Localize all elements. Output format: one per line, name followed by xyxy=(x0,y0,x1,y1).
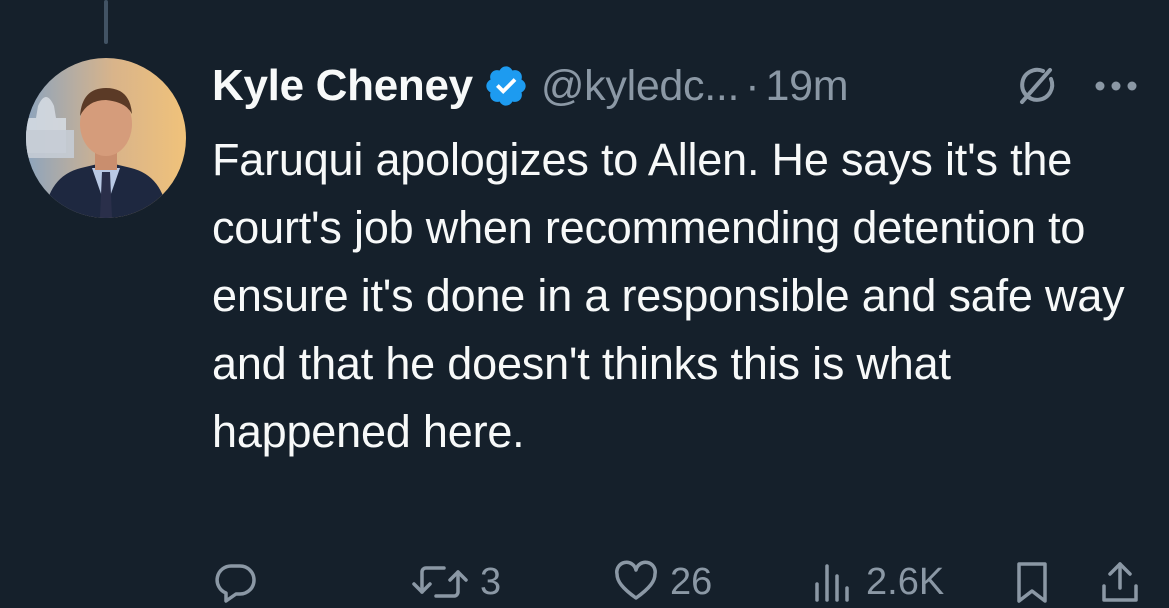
view-count: 2.6K xyxy=(866,560,945,603)
tweet-header: Kyle Cheney @kyledc... · 19m xyxy=(212,56,849,116)
avatar[interactable] xyxy=(26,58,186,218)
author-name[interactable]: Kyle Cheney xyxy=(212,61,473,111)
bookmark-icon xyxy=(1008,558,1056,606)
retweet-icon xyxy=(410,558,470,606)
more-icon[interactable] xyxy=(1092,68,1140,104)
tweet-text: Faruqui apologizes to Allen. He says it'… xyxy=(212,134,1125,457)
heart-icon xyxy=(612,558,660,606)
retweet-button[interactable]: 3 xyxy=(410,556,501,608)
views-button[interactable]: 2.6K xyxy=(808,556,944,608)
share-icon xyxy=(1096,558,1144,606)
separator-dot: · xyxy=(745,61,760,110)
verified-badge-icon xyxy=(483,63,529,109)
reply-button[interactable] xyxy=(212,556,270,608)
share-button[interactable] xyxy=(1096,556,1144,608)
author-handle[interactable]: @kyledc... xyxy=(541,62,740,111)
thread-line xyxy=(104,0,108,44)
reply-icon xyxy=(212,558,260,606)
bookmark-button[interactable] xyxy=(1008,556,1056,608)
action-bar: 3 26 2.6K xyxy=(0,556,1169,608)
like-count: 26 xyxy=(670,560,713,603)
timestamp[interactable]: 19m xyxy=(766,62,849,111)
retweet-count: 3 xyxy=(480,560,502,603)
grok-icon[interactable] xyxy=(1012,62,1060,110)
views-icon xyxy=(808,558,856,606)
like-button[interactable]: 26 xyxy=(612,556,712,608)
